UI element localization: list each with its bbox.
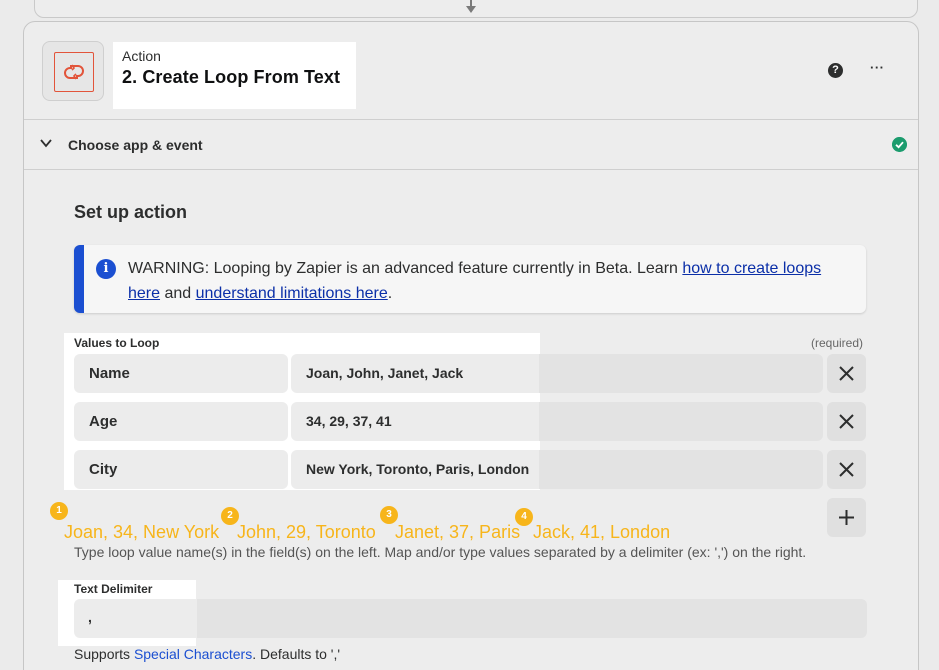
loop-value-input-name[interactable]: Joan, John, Janet, Jack: [291, 354, 823, 393]
loop-key-input-name[interactable]: Name: [74, 354, 288, 393]
connector-arrow-icon: [466, 6, 476, 13]
loop-value-input-city[interactable]: New York, Toronto, Paris, London: [291, 450, 823, 489]
loop-iteration-4: Jack, 41, London: [533, 522, 671, 542]
understand-limitations-link[interactable]: understand limitations here: [196, 285, 388, 302]
remove-row-button[interactable]: [827, 402, 866, 441]
step-header: Action 2. Create Loop From Text ? ···: [24, 22, 918, 120]
values-help-text: Type loop value name(s) in the field(s) …: [74, 544, 807, 560]
help-icon[interactable]: ?: [828, 63, 843, 78]
loop-value-input-age[interactable]: 34, 29, 37, 41: [291, 402, 823, 441]
plus-icon: [839, 510, 854, 525]
step-title-box: Action 2. Create Loop From Text: [113, 42, 356, 109]
chevron-down-icon: [40, 139, 52, 148]
choose-app-event-section[interactable]: Choose app & event: [24, 120, 918, 170]
loop-arrows-icon: [64, 64, 84, 80]
step-title[interactable]: 2. Create Loop From Text: [122, 67, 340, 88]
loop-iteration-2: John, 29, Toronto: [237, 522, 376, 542]
add-row-button[interactable]: [827, 498, 866, 537]
setup-action-title: Set up action: [74, 202, 188, 222]
required-indicator: (required): [811, 336, 864, 350]
special-characters-link[interactable]: Special Characters: [134, 646, 252, 662]
warning-text: WARNING: Looping by Zapier is an advance…: [128, 260, 822, 302]
delimiter-supports-text: Supports Special Characters. Defaults to…: [74, 646, 341, 662]
app-icon-container[interactable]: [42, 41, 104, 101]
step-type-label: Action: [122, 48, 161, 64]
loop-iteration-3: Janet, 37, Paris: [395, 522, 521, 542]
close-icon: [839, 414, 854, 429]
success-check-icon: [892, 137, 907, 152]
more-options-icon[interactable]: ···: [870, 60, 885, 75]
text-delimiter-input[interactable]: [74, 599, 197, 638]
annotation-badge-1: 1: [50, 502, 68, 520]
beta-warning-banner: i WARNING: Looping by Zapier is an advan…: [74, 245, 866, 313]
loop-iteration-1: Joan, 34, New York: [64, 522, 220, 542]
remove-row-button[interactable]: [827, 354, 866, 393]
remove-row-button[interactable]: [827, 450, 866, 489]
annotation-badge-4: 4: [515, 508, 533, 526]
loop-key-input-city[interactable]: City: [74, 450, 288, 489]
loop-app-icon: [54, 52, 94, 92]
previous-step-card: [34, 0, 918, 18]
text-delimiter-value: ,: [88, 609, 92, 625]
text-delimiter-label: Text Delimiter: [74, 582, 153, 596]
close-icon: [839, 366, 854, 381]
choose-app-event-label: Choose app & event: [68, 137, 203, 153]
values-to-loop-label: Values to Loop: [74, 336, 160, 350]
info-icon: i: [96, 259, 116, 279]
close-icon: [839, 462, 854, 477]
loop-key-input-age[interactable]: Age: [74, 402, 288, 441]
